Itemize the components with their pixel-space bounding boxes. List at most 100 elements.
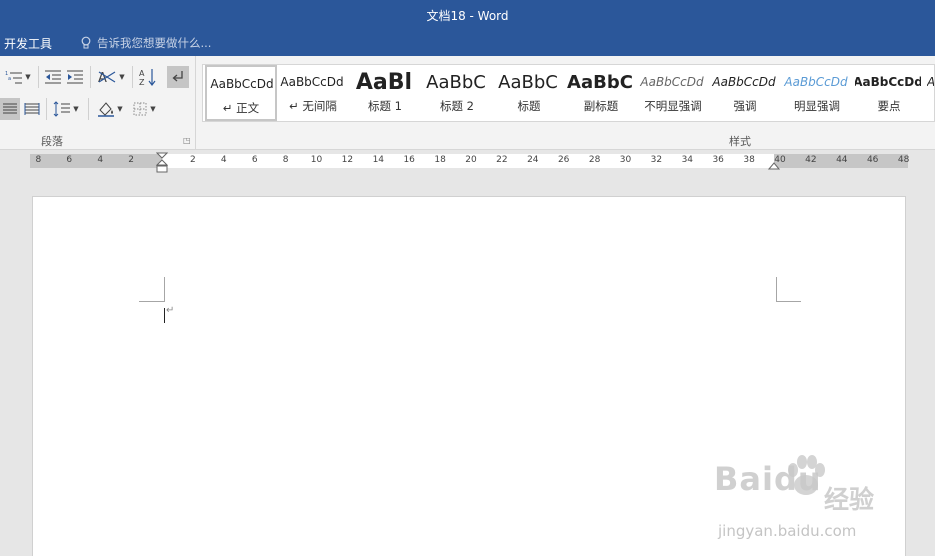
shading-icon — [98, 102, 115, 117]
crop-mark — [164, 277, 165, 302]
ruler-number: 36 — [712, 155, 724, 165]
style-heading-2[interactable]: AaBbC 标题 2 — [421, 65, 493, 121]
borders-icon — [133, 102, 147, 116]
decrease-indent-icon — [45, 70, 61, 84]
svg-text:a: a — [8, 76, 11, 82]
style-preview: AaBbCcDd — [855, 75, 921, 89]
distributed-button[interactable] — [22, 98, 42, 120]
svg-text:Z: Z — [139, 78, 145, 86]
ruler-number: 30 — [619, 155, 632, 165]
separator — [88, 98, 89, 120]
style-name: 明显强调 — [794, 99, 840, 113]
ruler-number: 22 — [496, 155, 508, 165]
ruler-number: 46 — [866, 155, 879, 165]
paragraph-group: 1 a ▼ A ▼ A Z ▼ ▼ ▼ 段落 ◳ — [0, 56, 196, 150]
style-preview: AaBbC — [498, 71, 558, 93]
style-preview: AaBbCcDd — [210, 77, 274, 91]
ruler-number: 4 — [97, 155, 104, 165]
ruler-number: 16 — [403, 155, 415, 165]
ruler-number: 8 — [35, 155, 42, 165]
separator — [46, 98, 47, 120]
ruler-number: 28 — [588, 155, 601, 165]
style-preview: AaBbC — [567, 71, 633, 93]
multilevel-list-button[interactable]: 1 a ▼ — [2, 66, 34, 88]
chevron-down-icon: ▼ — [25, 73, 31, 81]
ruler-number: 4 — [220, 155, 227, 165]
distributed-icon — [24, 103, 40, 115]
justify-icon — [3, 103, 17, 114]
justify-button[interactable] — [0, 98, 20, 120]
style-name: 标题 — [517, 99, 541, 113]
style-emphasis[interactable]: AaBbCcDd 强调 — [709, 65, 781, 121]
styles-group-label: 样式 — [729, 135, 751, 148]
sort-button[interactable]: A Z — [136, 66, 160, 88]
horizontal-ruler[interactable]: 8 6 4 2 2 4 6 8 10 12 14 16 18 20 22 24 26 28 30 32 34 36 38 40… — [30, 152, 910, 173]
style-strong[interactable]: AaBbCcDd 要点 — [853, 65, 925, 121]
style-preview: A — [927, 75, 935, 89]
increase-indent-button[interactable] — [64, 66, 86, 88]
separator — [132, 66, 133, 88]
chevron-down-icon: ▼ — [119, 73, 125, 81]
style-intense-emphasis[interactable]: AaBbCcDd 明显强调 — [781, 65, 853, 121]
baidu-watermark: Baidu 经验 jingyan.baidu.com — [712, 452, 922, 552]
style-no-spacing[interactable]: AaBbCcDd ↵ 无间隔 — [277, 65, 349, 121]
ruler-number: 34 — [681, 155, 694, 165]
title-bar: 文档18 - Word — [0, 0, 935, 30]
watermark-brand-cn: 经验 — [824, 485, 875, 514]
ribbon: 1 a ▼ A ▼ A Z ▼ ▼ ▼ 段落 ◳ AaBbCcDd ↵ 正文 A… — [0, 56, 935, 150]
show-formatting-marks-icon — [172, 71, 183, 82]
chinese-layout-button[interactable]: A ▼ — [94, 66, 128, 88]
style-heading-1[interactable]: AaBl 标题 1 — [349, 65, 421, 121]
style-more-partial[interactable]: A — [925, 65, 935, 121]
ruler-number: 44 — [836, 155, 848, 165]
window-title: 文档18 - Word — [426, 9, 509, 23]
style-name: 不明显强调 — [644, 99, 702, 113]
right-indent-marker-icon[interactable] — [768, 160, 780, 170]
style-preview: AaBl — [355, 69, 413, 95]
shading-button[interactable]: ▼ — [94, 98, 126, 120]
style-name: 标题 1 — [368, 99, 402, 113]
style-preview: AaBbCcDd — [640, 75, 704, 89]
separator — [90, 66, 91, 88]
decrease-indent-button[interactable] — [42, 66, 64, 88]
paragraph-mark: ↵ — [166, 305, 175, 316]
style-subtle-emphasis[interactable]: AaBbCcDd 不明显强调 — [637, 65, 709, 121]
show-formatting-marks-button[interactable] — [167, 66, 189, 88]
style-preview: AaBbCcDd — [784, 75, 848, 89]
ruler-number: 20 — [465, 155, 477, 165]
watermark-url: jingyan.baidu.com — [718, 522, 857, 540]
style-preview: AaBbCcDd — [280, 75, 344, 89]
tell-me-box[interactable]: 告诉我您想要做什么... — [80, 34, 211, 52]
paragraph-dialog-launcher-icon[interactable]: ◳ — [183, 136, 191, 145]
ruler-number: 42 — [805, 155, 817, 165]
chevron-down-icon: ▼ — [73, 105, 79, 113]
styles-group: AaBbCcDd ↵ 正文 AaBbCcDd ↵ 无间隔 AaBl 标题 1 A… — [198, 56, 935, 150]
ruler-number: 24 — [527, 155, 539, 165]
sort-icon: A Z — [139, 69, 156, 86]
paragraph-group-label: 段落 — [41, 135, 63, 148]
chevron-down-icon: ▼ — [117, 105, 123, 113]
chinese-layout-icon: A — [98, 71, 116, 85]
style-name: ↵ 正文 — [222, 101, 260, 115]
ribbon-tab-row: 开发工具 告诉我您想要做什么... — [0, 30, 935, 56]
crop-mark — [776, 301, 801, 302]
style-subtitle[interactable]: AaBbC 副标题 — [565, 65, 637, 121]
ruler-number: 48 — [897, 155, 910, 165]
indent-marker-icon[interactable] — [156, 152, 168, 174]
borders-button[interactable]: ▼ — [128, 98, 160, 120]
styles-gallery: AaBbCcDd ↵ 正文 AaBbCcDd ↵ 无间隔 AaBl 标题 1 A… — [202, 64, 935, 122]
line-spacing-button[interactable]: ▼ — [50, 98, 82, 120]
style-preview: AaBbCcDd — [712, 75, 776, 89]
multilevel-list-icon: 1 a — [5, 71, 23, 84]
chevron-down-icon: ▼ — [150, 105, 156, 113]
separator — [38, 66, 39, 88]
ruler-number: 8 — [282, 155, 289, 165]
tab-developer[interactable]: 开发工具 — [4, 35, 52, 52]
ruler-number: 38 — [743, 155, 755, 165]
ruler-number: 14 — [372, 155, 385, 165]
watermark-brand: Baidu — [714, 460, 822, 498]
crop-mark — [776, 277, 777, 302]
style-normal[interactable]: AaBbCcDd ↵ 正文 — [205, 65, 277, 121]
style-title[interactable]: AaBbC 标题 — [493, 65, 565, 121]
svg-text:A: A — [139, 69, 145, 78]
